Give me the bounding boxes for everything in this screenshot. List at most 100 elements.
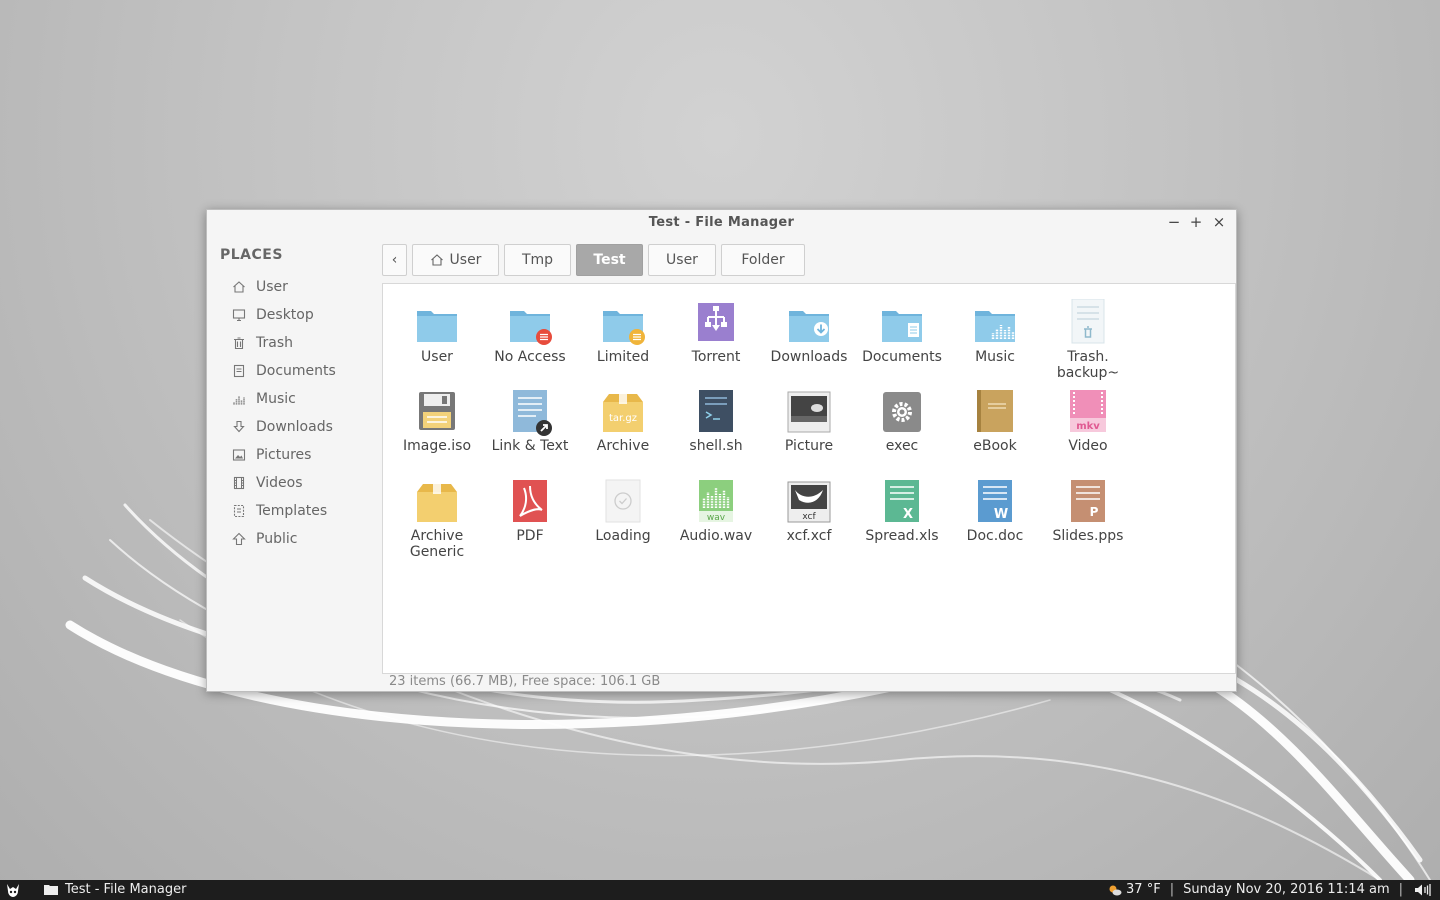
file-item[interactable]: shell.sh [670, 388, 762, 454]
file-label: PDF [516, 528, 544, 544]
sidebar-item-label: Desktop [256, 307, 314, 323]
file-item[interactable]: User [391, 299, 483, 365]
audio-format-text: wav [707, 513, 726, 523]
file-item[interactable]: eBook [949, 388, 1041, 454]
spreadsheet-icon: X [885, 480, 919, 522]
file-item[interactable]: PDF [484, 478, 576, 544]
sidebar-item-desktop[interactable]: Desktop [231, 303, 381, 327]
weather-icon[interactable] [1108, 884, 1122, 896]
sidebar-item-documents[interactable]: Documents [231, 359, 381, 383]
sidebar-item-label: User [256, 279, 288, 295]
file-item[interactable]: wav Audio.wav [670, 478, 762, 544]
file-item[interactable]: P Slides.pps [1042, 478, 1134, 544]
executable-icon [883, 392, 921, 432]
archive-targz-icon: tar.gz [603, 394, 643, 432]
breadcrumb-user-home[interactable]: User [412, 244, 499, 276]
file-item[interactable]: Limited [577, 299, 669, 365]
ebook-icon [977, 390, 1013, 432]
menu-logo-icon[interactable] [4, 881, 22, 899]
tray-separator: | [1398, 882, 1403, 897]
file-item[interactable]: xcf xcf.xcf [763, 478, 855, 544]
file-view[interactable]: User No Access Limited Torrent Downloads… [382, 283, 1236, 674]
places-sidebar: PLACES User Desktop Trash Documents Musi… [207, 236, 382, 690]
file-item[interactable]: Torrent [670, 299, 762, 365]
file-label: Archive [596, 438, 650, 454]
breadcrumb-label: Folder [741, 252, 785, 268]
file-label: Limited [596, 349, 650, 365]
file-label: shell.sh [689, 438, 743, 454]
maximize-button[interactable]: + [1187, 213, 1205, 231]
video-mkv-icon: mkv [1070, 390, 1106, 432]
doc-letter-text: W [994, 507, 1008, 522]
system-tray: 37 °F | Sunday Nov 20, 2016 11:14 am | [1108, 882, 1432, 897]
file-item[interactable]: Trash. backup~ [1042, 299, 1134, 381]
file-label: Picture [784, 438, 834, 454]
volume-icon[interactable] [1414, 883, 1432, 897]
breadcrumb-folder[interactable]: Folder [721, 244, 805, 276]
sidebar-item-label: Downloads [256, 419, 333, 435]
breadcrumb-label: User [449, 252, 482, 268]
picture-icon [787, 391, 831, 433]
file-item[interactable]: Picture [763, 388, 855, 454]
file-item[interactable]: Downloads [763, 299, 855, 365]
breadcrumb-tmp[interactable]: Tmp [504, 244, 571, 276]
file-item[interactable]: Image.iso [391, 388, 483, 454]
sidebar-item-user[interactable]: User [231, 275, 381, 299]
file-label: Torrent [691, 349, 741, 365]
file-item[interactable]: Documents [856, 299, 948, 365]
breadcrumb-label: Tmp [521, 252, 554, 268]
file-label: Audio.wav [679, 528, 753, 544]
file-label: Image.iso [402, 438, 472, 454]
sidebar-item-music[interactable]: Music [231, 387, 381, 411]
file-item[interactable]: mkv Video [1042, 388, 1134, 454]
file-label: Spread.xls [865, 528, 939, 544]
sidebar-item-label: Templates [256, 503, 328, 519]
back-button[interactable]: ‹ [382, 244, 407, 276]
file-item[interactable]: Link & Text [484, 388, 576, 454]
file-item[interactable]: tar.gz Archive [577, 388, 669, 454]
sidebar-item-label: Pictures [256, 447, 312, 463]
file-item[interactable]: X Spread.xls [856, 478, 948, 544]
music-icon [231, 391, 247, 407]
folder-downloads-icon [789, 311, 829, 342]
file-item[interactable]: Music [949, 299, 1041, 365]
slides-icon: P [1071, 480, 1105, 522]
window-title: Test - File Manager [648, 215, 795, 230]
taskbar-window-button[interactable]: Test - File Manager [44, 882, 186, 897]
sidebar-item-pictures[interactable]: Pictures [231, 443, 381, 467]
folder-icon [417, 311, 457, 342]
file-item[interactable]: exec [856, 388, 948, 454]
file-item[interactable]: No Access [484, 299, 576, 365]
file-label: Music [975, 349, 1015, 365]
file-label: xcf.xcf [786, 528, 832, 544]
file-item[interactable]: W Doc.doc [949, 478, 1041, 544]
status-bar: 23 items (66.7 MB), Free space: 106.1 GB [389, 674, 661, 689]
weather-temperature[interactable]: 37 °F [1126, 882, 1161, 897]
file-item[interactable]: Archive Generic [391, 478, 483, 560]
file-item[interactable]: Loading [577, 478, 669, 544]
loading-icon [605, 479, 641, 523]
breadcrumb-label: User [666, 252, 698, 268]
word-doc-icon: W [978, 480, 1012, 522]
file-label: Loading [595, 528, 651, 544]
places-heading: PLACES [220, 247, 283, 263]
file-label: Slides.pps [1052, 528, 1124, 544]
breadcrumb-test[interactable]: Test [576, 244, 643, 276]
file-label: exec [885, 438, 919, 454]
sidebar-item-videos[interactable]: Videos [231, 471, 381, 495]
clock-datetime[interactable]: Sunday Nov 20, 2016 11:14 am [1183, 882, 1390, 897]
sidebar-item-templates[interactable]: Templates [231, 499, 381, 523]
templates-icon [231, 503, 247, 519]
close-button[interactable]: × [1210, 213, 1228, 231]
trash-icon [231, 335, 247, 351]
download-icon [231, 419, 247, 435]
titlebar[interactable]: Test - File Manager − + × [207, 210, 1236, 236]
minimize-button[interactable]: − [1165, 213, 1183, 231]
sidebar-item-public[interactable]: Public [231, 527, 381, 551]
tray-separator: | [1169, 882, 1175, 897]
breadcrumb-user[interactable]: User [648, 244, 716, 276]
sidebar-item-downloads[interactable]: Downloads [231, 415, 381, 439]
public-icon [231, 531, 247, 547]
trash-backup-icon [1071, 299, 1105, 344]
sidebar-item-trash[interactable]: Trash [231, 331, 381, 355]
